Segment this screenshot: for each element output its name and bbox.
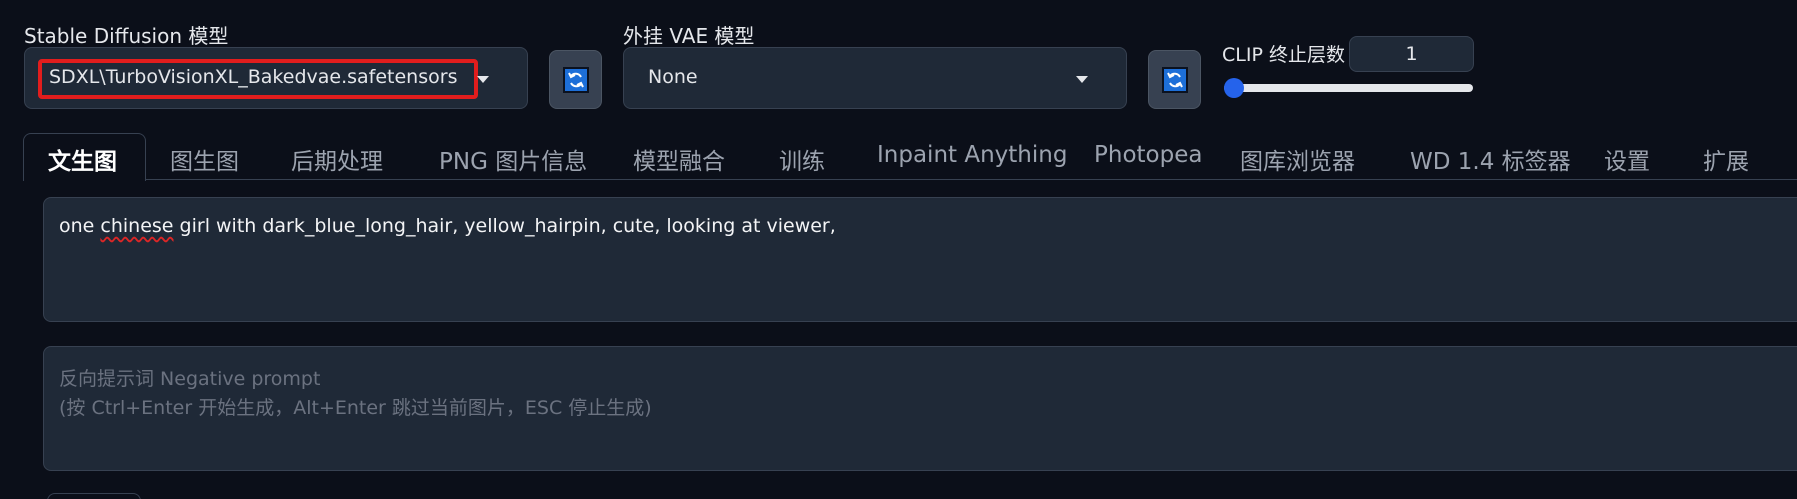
clip-label: CLIP 终止层数 (1222, 44, 1345, 66)
clip-slider-thumb[interactable] (1224, 78, 1244, 98)
vae-select-value: None (648, 66, 698, 88)
sd-webui-root: Stable Diffusion 模型 SDXL\TurboVisionXL_B… (0, 0, 1797, 499)
model-select[interactable]: SDXL\TurboVisionXL_Bakedvae.safetensors … (24, 47, 528, 109)
vae-label: 外挂 VAE 模型 (623, 24, 755, 48)
vae-select[interactable]: None (623, 47, 1127, 109)
tab-6[interactable]: Inpaint Anything (877, 142, 1067, 168)
tabbar-divider (145, 179, 1797, 180)
generate-panel-edge (47, 493, 141, 499)
prompt-misspelled-word: chinese (100, 215, 174, 237)
vae-refresh-button[interactable] (1148, 50, 1201, 109)
prompt-word: one (59, 215, 101, 237)
model-select-value: SDXL\TurboVisionXL_Bakedvae.safetensors … (49, 66, 463, 88)
chevron-down-icon (1076, 76, 1088, 83)
prompt-textarea[interactable]: one chinese girl with dark_blue_long_hai… (43, 197, 1797, 322)
prompt-text: one chinese girl with dark_blue_long_hai… (59, 215, 836, 237)
negative-prompt-placeholder: 反向提示词 Negative prompt (59, 368, 321, 390)
chevron-down-icon (477, 76, 489, 83)
tab-9[interactable]: WD 1.4 标签器 (1410, 142, 1571, 176)
negative-prompt-hint: (按 Ctrl+Enter 开始生成，Alt+Enter 跳过当前图片，ESC … (59, 397, 652, 419)
tab-2[interactable]: 后期处理 (291, 142, 383, 176)
tab-1[interactable]: 图生图 (170, 142, 239, 176)
tab-11[interactable]: 扩展 (1703, 142, 1749, 176)
tab-7[interactable]: Photopea (1094, 142, 1202, 168)
clip-slider-track[interactable] (1224, 84, 1473, 92)
refresh-icon (1161, 66, 1188, 93)
tab-8[interactable]: 图库浏览器 (1240, 142, 1355, 176)
model-label: Stable Diffusion 模型 (24, 24, 229, 48)
tab-4[interactable]: 模型融合 (633, 142, 725, 176)
prompt-rest: girl with dark_blue_long_hair, yellow_ha… (173, 215, 836, 237)
model-refresh-button[interactable] (549, 50, 602, 109)
tab-10[interactable]: 设置 (1604, 142, 1650, 176)
tab-0[interactable]: 文生图 (48, 142, 117, 176)
tab-3[interactable]: PNG 图片信息 (439, 142, 587, 176)
clip-value-input[interactable]: 1 (1349, 36, 1474, 72)
tab-5[interactable]: 训练 (779, 142, 825, 176)
negative-prompt-textarea[interactable]: 反向提示词 Negative prompt (按 Ctrl+Enter 开始生成… (43, 346, 1797, 471)
refresh-icon (562, 66, 589, 93)
